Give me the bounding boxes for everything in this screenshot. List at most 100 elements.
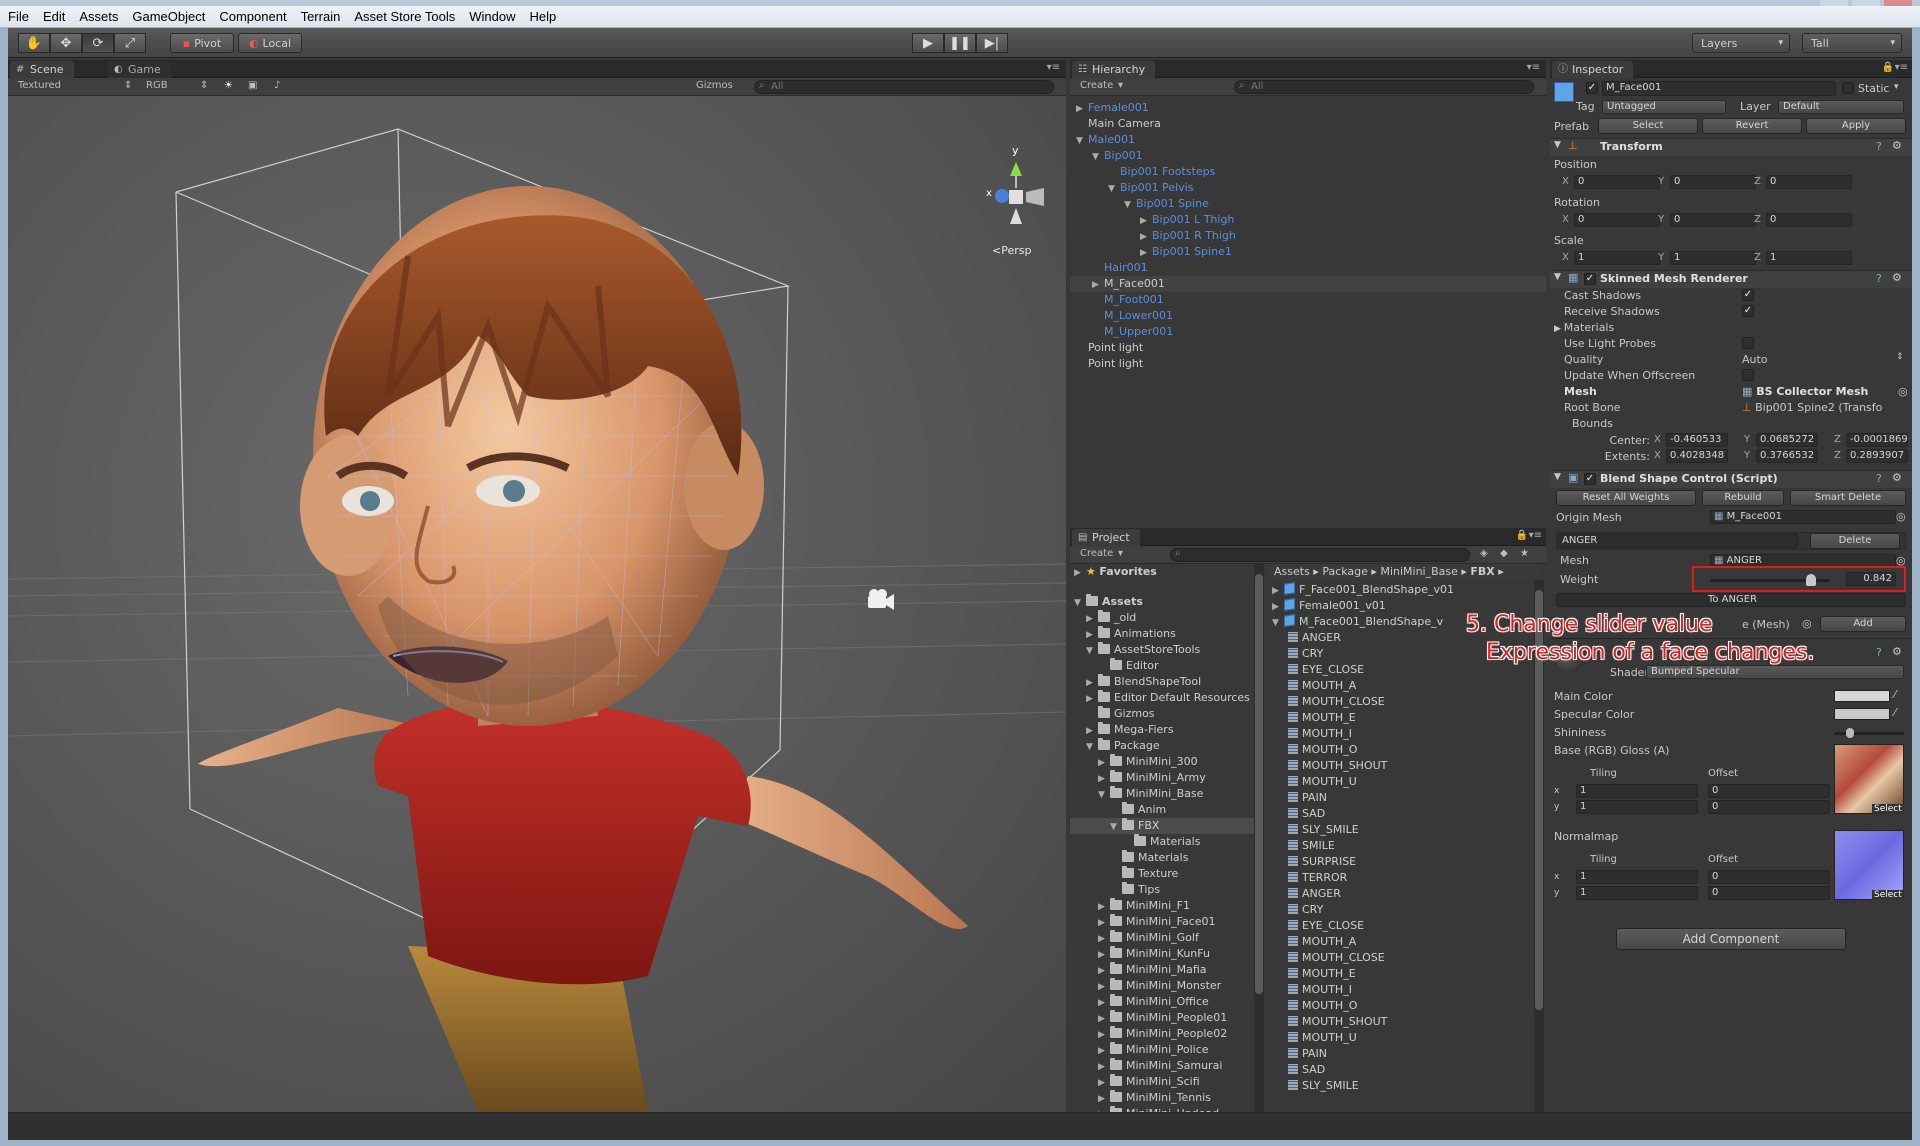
expand-arrow-icon[interactable]: ▼ xyxy=(1098,787,1110,803)
expand-arrow-icon[interactable]: ▶ xyxy=(1098,1043,1110,1059)
tab-game[interactable]: ◐ Game xyxy=(108,61,171,78)
asset-item[interactable]: ▼ M_Face001_BlendShape_v xyxy=(1268,614,1443,630)
scale-tool-icon[interactable]: ⤢ xyxy=(114,33,146,53)
center-y-field[interactable]: 0.0685272 xyxy=(1756,433,1818,447)
to-shape-field[interactable]: To ANGER xyxy=(1556,593,1906,607)
lighting-toggle-icon[interactable]: ☀ xyxy=(224,80,233,91)
asset-item[interactable]: PAIN xyxy=(1268,790,1327,806)
rebuild-button[interactable]: Rebuild xyxy=(1702,490,1784,506)
bsc-enabled-checkbox[interactable]: ✓ xyxy=(1584,473,1596,485)
asset-item[interactable]: EYE_CLOSE xyxy=(1268,918,1364,934)
pause-icon[interactable]: ❚❚ xyxy=(944,33,976,53)
menu-assets[interactable]: Assets xyxy=(79,9,118,24)
render-mode-dropdown[interactable]: Textured xyxy=(18,80,61,91)
normalmap-select[interactable]: Select xyxy=(1872,890,1904,900)
asset-item[interactable]: ▶ Female001_v01 xyxy=(1268,598,1386,614)
pivot-button[interactable]: ▪ Pivot xyxy=(170,33,234,53)
hierarchy-item[interactable]: Hair001 xyxy=(1070,260,1546,276)
expand-arrow-icon[interactable]: ▶ xyxy=(1086,675,1098,691)
expand-arrow-icon[interactable]: ▶ xyxy=(1140,213,1152,229)
folder-item[interactable]: ▶ MiniMini_Mafia xyxy=(1070,962,1254,978)
hierarchy-item[interactable]: ▶ Bip001 L Thigh xyxy=(1070,212,1546,228)
help-icon[interactable]: ? xyxy=(1876,646,1882,659)
folder-item[interactable]: ▶ MiniMini_300 xyxy=(1070,754,1254,770)
hand-tool-icon[interactable]: ✋ xyxy=(18,33,50,53)
folder-item[interactable]: ▶ Mega-Fiers xyxy=(1070,722,1254,738)
layer-dropdown[interactable]: Default xyxy=(1778,100,1904,114)
menu-edit[interactable]: Edit xyxy=(43,9,65,24)
gear-icon[interactable]: ⚙ xyxy=(1892,139,1902,152)
asset-item[interactable]: PAIN xyxy=(1268,1046,1327,1062)
tab-project[interactable]: ▤ Project xyxy=(1072,529,1140,546)
menu-window[interactable]: Window xyxy=(469,9,515,24)
asset-item[interactable]: SURPRISE xyxy=(1268,854,1356,870)
shape-name-field[interactable]: ANGER xyxy=(1558,534,1798,548)
assets-root-row[interactable]: ▼ Assets xyxy=(1074,594,1143,610)
expand-arrow-icon[interactable]: ▶ xyxy=(1098,1059,1110,1075)
panel-menu-icon[interactable]: ▾≡ xyxy=(1527,62,1540,73)
asset-item[interactable]: MOUTH_E xyxy=(1268,966,1356,982)
help-icon[interactable]: ? xyxy=(1876,472,1882,485)
hierarchy-item[interactable]: ▼ Bip001 Pelvis xyxy=(1070,180,1546,196)
folder-item[interactable]: ▶ MiniMini_People01 xyxy=(1070,1010,1254,1026)
expand-arrow-icon[interactable]: ▶ xyxy=(1098,1011,1110,1027)
asset-item[interactable]: MOUTH_SHOUT xyxy=(1268,1014,1387,1030)
update-offscreen-checkbox[interactable] xyxy=(1742,369,1754,381)
folder-item[interactable]: ▶ Animations xyxy=(1070,626,1254,642)
expand-arrow-icon[interactable]: ▶ xyxy=(1086,611,1098,627)
gizmos-dropdown[interactable]: Gizmos xyxy=(696,80,733,91)
expand-arrow-icon[interactable]: ▶ xyxy=(1098,1027,1110,1043)
asset-item[interactable]: ▶ F_Face001_BlendShape_v01 xyxy=(1268,582,1454,598)
expand-arrow-icon[interactable]: ▶ xyxy=(1098,931,1110,947)
move-tool-icon[interactable]: ✥ xyxy=(50,33,82,53)
orientation-gizmo[interactable] xyxy=(995,162,1044,224)
smart-delete-button[interactable]: Smart Delete xyxy=(1790,490,1906,506)
folder-item[interactable]: ▶ MiniMini_Army xyxy=(1070,770,1254,786)
smr-enabled-checkbox[interactable]: ✓ xyxy=(1584,273,1596,285)
gear-icon[interactable]: ⚙ xyxy=(1892,645,1902,658)
panel-menu-icon[interactable]: ▾≡ xyxy=(1529,530,1542,541)
folder-item[interactable]: Anim xyxy=(1070,802,1254,818)
hierarchy-item[interactable]: ▶ Bip001 R Thigh xyxy=(1070,228,1546,244)
folder-item[interactable]: ▶ MiniMini_Face01 xyxy=(1070,914,1254,930)
expand-arrow-icon[interactable]: ▼ xyxy=(1124,197,1136,213)
scene-viewport[interactable]: y x <Persp xyxy=(8,96,1066,1112)
asset-item[interactable]: SMILE xyxy=(1268,838,1335,854)
object-picker-icon[interactable]: ◎ xyxy=(1898,385,1908,398)
origin-mesh-field[interactable]: ▦ M_Face001 xyxy=(1710,510,1896,524)
hierarchy-item[interactable]: ▶ M_Face001 xyxy=(1070,276,1546,292)
center-x-field[interactable]: -0.460533 xyxy=(1666,433,1728,447)
expand-arrow-icon[interactable]: ▶ xyxy=(1098,771,1110,787)
hierarchy-item[interactable]: ▼ Male001 xyxy=(1070,132,1546,148)
main-color-swatch[interactable] xyxy=(1834,690,1890,702)
hierarchy-create-dropdown[interactable]: Create xyxy=(1080,80,1113,91)
expand-arrow-icon[interactable]: ▶ xyxy=(1098,947,1110,963)
folder-scrollbar[interactable] xyxy=(1254,564,1264,1112)
object-picker-icon[interactable]: ◎ xyxy=(1802,617,1812,630)
expand-arrow-icon[interactable]: ▶ xyxy=(1098,995,1110,1011)
cast-shadows-checkbox[interactable]: ✓ xyxy=(1742,289,1754,301)
light-probes-checkbox[interactable] xyxy=(1742,337,1754,349)
expand-arrow-icon[interactable]: ▶ xyxy=(1092,277,1104,293)
asset-item[interactable]: SAD xyxy=(1268,806,1325,822)
active-checkbox[interactable]: ✓ xyxy=(1586,82,1598,94)
menu-component[interactable]: Component xyxy=(219,9,286,24)
expand-arrow-icon[interactable]: ▶ xyxy=(1086,723,1098,739)
position-y-field[interactable]: 0 xyxy=(1670,175,1756,189)
base-texture-select[interactable]: Select xyxy=(1872,804,1904,814)
asset-item[interactable]: MOUTH_U xyxy=(1268,774,1357,790)
expand-arrow-icon[interactable]: ▶ xyxy=(1272,599,1284,615)
object-name-field[interactable]: M_Face001 xyxy=(1602,81,1836,96)
hierarchy-item[interactable]: Main Camera xyxy=(1070,116,1546,132)
position-x-field[interactable]: 0 xyxy=(1574,175,1660,189)
quality-dropdown[interactable]: Auto xyxy=(1742,353,1768,366)
color-mode-dropdown[interactable]: RGB xyxy=(146,80,168,91)
folder-item[interactable]: Gizmos xyxy=(1070,706,1254,722)
mesh-value[interactable]: ▦ BS Collector Mesh xyxy=(1742,385,1868,398)
expand-arrow-icon[interactable]: ▼ xyxy=(1076,133,1088,149)
eyedropper-icon[interactable]: ⁄ xyxy=(1894,706,1896,719)
shader-dropdown[interactable]: Bumped Specular xyxy=(1646,665,1904,679)
expand-arrow-icon[interactable]: ▼ xyxy=(1272,615,1284,631)
expand-arrow-icon[interactable]: ▼ xyxy=(1092,149,1104,165)
breadcrumb-package[interactable]: Package xyxy=(1322,565,1368,578)
